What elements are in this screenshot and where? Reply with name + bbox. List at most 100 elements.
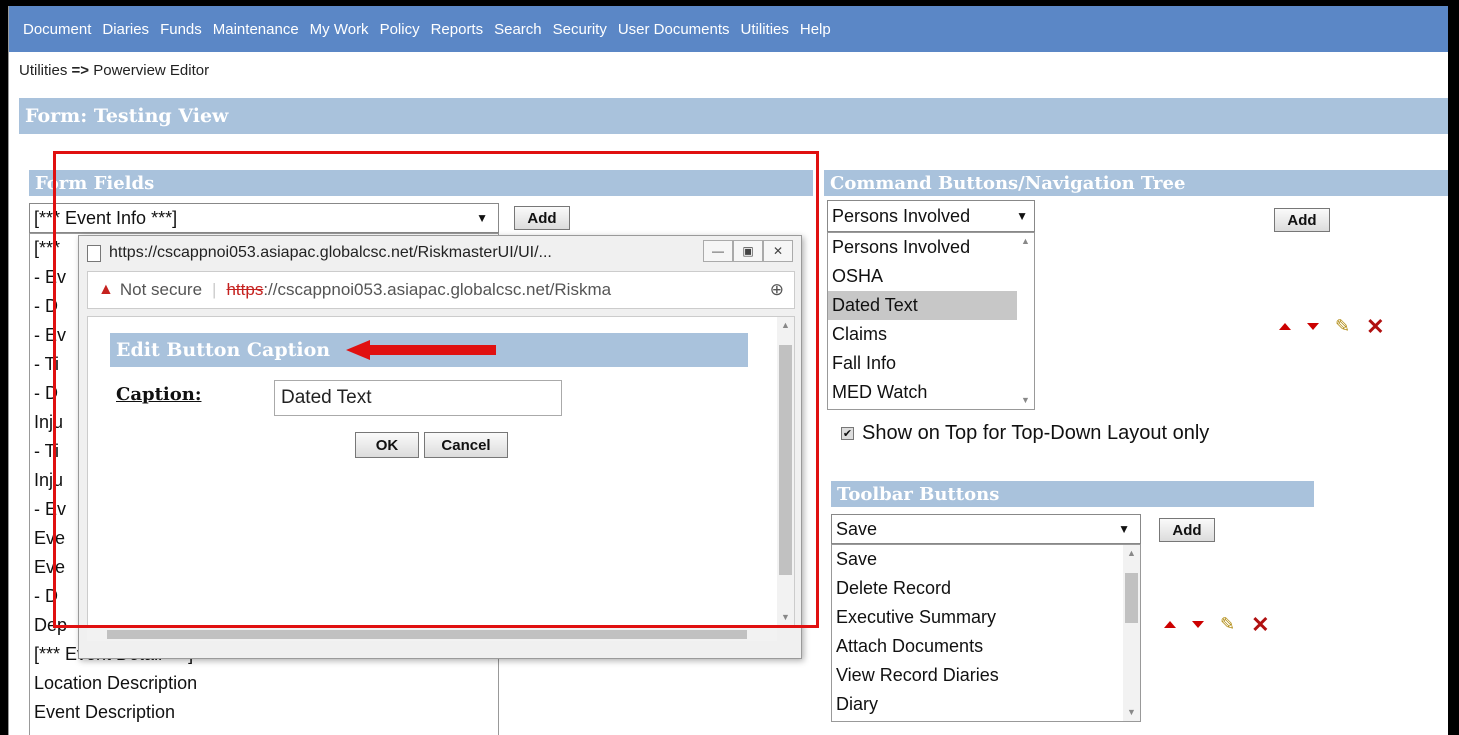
form-fields-select-value: [*** Event Info ***] xyxy=(34,207,178,228)
toolbar-buttons-select-value: Save xyxy=(836,518,878,539)
edit-icon[interactable]: ✎ xyxy=(1220,614,1235,635)
list-item[interactable]: Persons Involved xyxy=(828,233,1034,262)
menu-policy[interactable]: Policy xyxy=(380,21,420,38)
chevron-down-icon: ▼ xyxy=(1118,522,1130,536)
show-on-top-checkbox-row[interactable]: ✔ Show on Top for Top-Down Layout only xyxy=(841,422,1209,445)
scroll-down-icon[interactable]: ▼ xyxy=(777,609,794,626)
url-scheme: https xyxy=(226,280,264,299)
command-buttons-controls: ✎ ✕ xyxy=(1279,315,1385,337)
list-item[interactable]: Executive Summary xyxy=(832,603,1140,632)
minimize-icon[interactable]: — xyxy=(703,240,733,262)
menu-utilities[interactable]: Utilities xyxy=(741,21,789,38)
page-title: Form: Testing View xyxy=(25,105,229,127)
menu-help[interactable]: Help xyxy=(800,21,831,38)
popup-vertical-scrollbar[interactable]: ▲ ▼ xyxy=(777,317,794,626)
list-item[interactable]: MED Watch xyxy=(828,378,1034,407)
scroll-up-icon[interactable]: ▲ xyxy=(777,317,794,334)
highlight-arrow-icon xyxy=(346,340,496,360)
list-item[interactable]: Claims xyxy=(828,320,1034,349)
page-icon xyxy=(87,244,101,262)
chevron-down-icon: ▼ xyxy=(476,211,488,225)
popup-content: Edit Button Caption Caption: OK Cancel ▲… xyxy=(87,316,795,627)
url-text: ://cscappnoi053.asiapac.globalcsc.net/Ri… xyxy=(263,280,612,299)
menu-search[interactable]: Search xyxy=(494,21,542,38)
scroll-down-icon[interactable]: ▼ xyxy=(1123,704,1140,721)
form-title-bar: Form: Testing View xyxy=(19,98,1448,134)
toolbar-buttons-controls: ✎ ✕ xyxy=(1164,613,1270,635)
delete-icon[interactable]: ✕ xyxy=(1251,613,1269,635)
scrollbar-thumb[interactable] xyxy=(107,630,747,639)
menu-diaries[interactable]: Diaries xyxy=(102,21,149,38)
command-list-scrollbar[interactable]: ▲ ▼ xyxy=(1017,233,1034,409)
caption-input[interactable] xyxy=(274,380,562,416)
close-icon[interactable]: ✕ xyxy=(763,240,793,262)
caption-label: Caption: xyxy=(116,384,202,405)
window-controls: — ▣ ✕ xyxy=(703,240,793,262)
scroll-down-icon[interactable]: ▼ xyxy=(1017,392,1034,409)
menu-reports[interactable]: Reports xyxy=(431,21,484,38)
move-up-icon[interactable] xyxy=(1164,621,1176,628)
edit-icon[interactable]: ✎ xyxy=(1335,316,1350,337)
form-fields-add-button[interactable]: Add xyxy=(514,206,570,230)
warning-icon: ▲ xyxy=(98,281,114,298)
popup-title-bar[interactable]: https://cscappnoi053.asiapac.globalcsc.n… xyxy=(79,236,801,270)
list-item[interactable]: Delete Record xyxy=(832,574,1140,603)
popup-window-title: https://cscappnoi053.asiapac.globalcsc.n… xyxy=(109,244,552,261)
menu-my-work[interactable]: My Work xyxy=(310,21,369,38)
toolbar-list-scrollbar[interactable]: ▲ ▼ xyxy=(1123,545,1140,721)
list-item[interactable]: Diary xyxy=(832,690,1140,719)
show-on-top-label: Show on Top for Top-Down Layout only xyxy=(862,422,1210,444)
breadcrumb-separator: => xyxy=(71,62,90,79)
list-item[interactable]: Fall Info xyxy=(828,349,1034,378)
toolbar-buttons-add-button[interactable]: Add xyxy=(1159,518,1215,542)
move-down-icon[interactable] xyxy=(1192,621,1204,628)
menu-document[interactable]: Document xyxy=(23,21,91,38)
menu-maintenance[interactable]: Maintenance xyxy=(213,21,299,38)
list-item[interactable]: Save xyxy=(832,545,1140,574)
list-item-selected[interactable]: Dated Text xyxy=(828,291,1034,320)
breadcrumb-parent[interactable]: Utilities xyxy=(19,62,67,79)
scroll-up-icon[interactable]: ▲ xyxy=(1123,545,1140,562)
ok-button[interactable]: OK xyxy=(355,432,419,458)
toolbar-buttons-list[interactable]: Save Delete Record Executive Summary Att… xyxy=(831,544,1141,722)
delete-icon[interactable]: ✕ xyxy=(1366,315,1384,337)
menu-funds[interactable]: Funds xyxy=(160,21,202,38)
breadcrumb: Utilities => Powerview Editor xyxy=(19,62,209,79)
list-item[interactable]: View Record Diaries xyxy=(832,661,1140,690)
command-buttons-header: Command Buttons/Navigation Tree xyxy=(824,170,1448,196)
edit-caption-popup-window: https://cscappnoi053.asiapac.globalcsc.n… xyxy=(78,235,802,659)
menu-security[interactable]: Security xyxy=(553,21,607,38)
command-buttons-select[interactable]: Persons Involved ▼ xyxy=(827,200,1035,232)
toolbar-buttons-title: Toolbar Buttons xyxy=(837,483,1000,505)
list-item[interactable]: Attach Documents xyxy=(832,632,1140,661)
toolbar-buttons-select[interactable]: Save ▼ xyxy=(831,514,1141,544)
move-up-icon[interactable] xyxy=(1279,323,1291,330)
maximize-icon[interactable]: ▣ xyxy=(733,240,763,262)
popup-horizontal-scrollbar[interactable] xyxy=(87,627,777,641)
show-on-top-checkbox[interactable]: ✔ xyxy=(841,427,854,440)
command-buttons-title: Command Buttons/Navigation Tree xyxy=(830,172,1186,194)
scroll-up-icon[interactable]: ▲ xyxy=(1017,233,1034,250)
command-buttons-add-button[interactable]: Add xyxy=(1274,208,1330,232)
zoom-icon[interactable]: ⊕ xyxy=(770,280,784,300)
list-item[interactable]: Event Description xyxy=(30,698,330,727)
list-item[interactable]: OSHA xyxy=(828,262,1034,291)
list-item[interactable]: Location Description xyxy=(30,669,330,698)
scrollbar-thumb[interactable] xyxy=(1125,573,1138,623)
edit-caption-title: Edit Button Caption xyxy=(116,339,331,361)
command-buttons-select-value: Persons Involved xyxy=(832,205,971,226)
form-fields-header: Form Fields xyxy=(29,170,813,196)
move-down-icon[interactable] xyxy=(1307,323,1319,330)
form-fields-select[interactable]: [*** Event Info ***] ▼ xyxy=(29,203,499,233)
command-buttons-list[interactable]: Persons Involved OSHA Dated Text Claims … xyxy=(827,232,1035,410)
cancel-button[interactable]: Cancel xyxy=(424,432,508,458)
toolbar-buttons-header: Toolbar Buttons xyxy=(831,481,1314,507)
scrollbar-thumb[interactable] xyxy=(779,345,792,575)
menu-user-documents[interactable]: User Documents xyxy=(618,21,730,38)
form-fields-title: Form Fields xyxy=(35,172,155,194)
address-separator: | xyxy=(212,280,217,299)
chevron-down-icon: ▼ xyxy=(1016,209,1028,223)
not-secure-label: Not secure xyxy=(119,280,203,299)
app-window: Document Diaries Funds Maintenance My Wo… xyxy=(8,6,1448,735)
popup-address-bar[interactable]: ▲ Not secure | https://cscappnoi053.asia… xyxy=(87,271,795,309)
